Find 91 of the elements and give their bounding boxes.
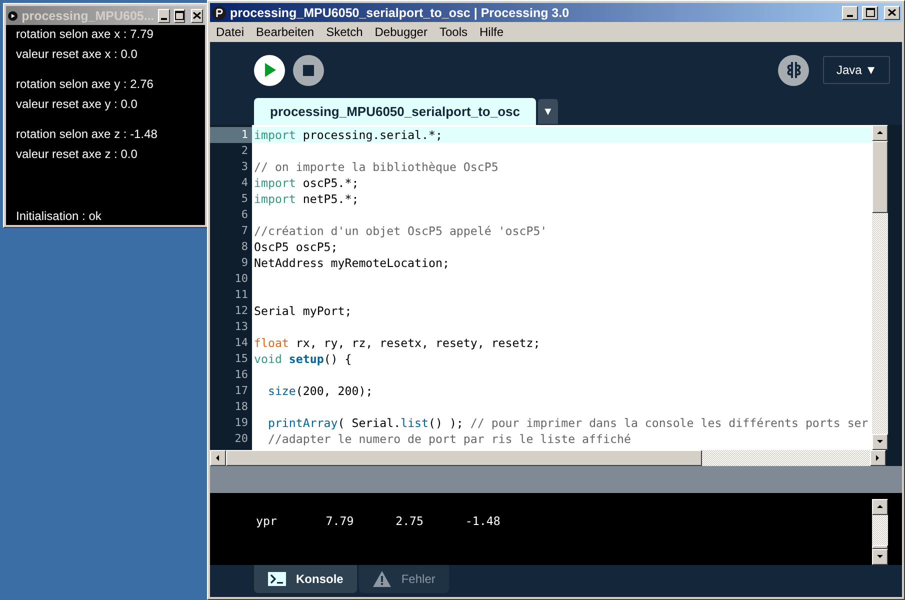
mode-dropdown[interactable]: Java ▼ [823,56,890,84]
maximize-icon [175,11,184,20]
menu-item[interactable]: Hilfe [473,25,510,39]
line-number: 11 [234,287,249,303]
maximize-icon [866,8,874,17]
debugger-button[interactable] [778,54,810,86]
close-button[interactable] [884,6,900,20]
menu-item[interactable]: Tools [433,25,474,39]
butterfly-icon [786,61,802,79]
code-line: //adapter le numero de port par ris le liste affiché [266,431,632,447]
window-title: processing_MPU605... [22,8,154,22]
console-tab[interactable]: Konsole [254,565,358,593]
vertical-scrollbar[interactable] [872,125,888,450]
line-number: 15 [234,351,249,367]
readout-text: valeur reset axe y : 0.0 [16,97,138,111]
scroll-down-button[interactable] [872,434,888,450]
readout-text: valeur reset axe z : 0.0 [16,147,138,161]
arrow-up-icon [876,503,884,511]
readout-text: valeur reset axe x : 0.0 [16,47,138,61]
readout-text: rotation selon axe y : 2.76 [16,77,154,91]
maximize-button[interactable] [862,6,878,20]
menu-item[interactable]: Debugger [368,25,434,39]
readout-text: rotation selon axe z : -1.48 [16,127,158,141]
code-line: Serial myPort; [253,303,353,319]
stop-icon [303,64,314,76]
play-icon [8,8,18,22]
line-number: 2 [240,143,249,159]
line-number: 10 [234,271,249,287]
terminal-icon [268,572,286,586]
line-number: 16 [234,367,249,383]
code-line: //création d'un objet OscP5 appelé 'oscP5' [253,223,548,239]
code-line: OscP5 oscP5; [253,239,339,255]
console-tab[interactable]: Fehler [359,565,450,593]
line-number: 18 [234,399,249,415]
scroll-right-button[interactable] [870,450,886,466]
line-number: 14 [234,335,249,351]
scroll-left-button[interactable] [210,450,226,466]
minimize-icon [161,18,168,20]
readout-text: rotation selon axe x : 7.79 [16,27,154,41]
vertical-scrollbar[interactable] [872,499,888,565]
code-line: size(200, 200); [266,383,374,399]
scroll-up-button[interactable] [872,499,888,515]
line-number: 1 [210,127,252,143]
arrow-down-icon [876,438,884,446]
line-number: 12 [234,303,249,319]
arrow-left-icon [214,454,222,462]
line-number: 5 [240,191,249,207]
run-button[interactable] [254,54,285,86]
scrollbar-thumb[interactable] [872,141,888,213]
line-number: 4 [240,175,249,191]
line-number: 8 [240,239,249,255]
editor-tab[interactable]: processing_MPU6050_serialport_to_osc [254,98,536,125]
menu-item[interactable]: Datei [210,25,250,39]
app-logo-icon [212,6,226,20]
line-number: 9 [240,255,249,271]
scroll-down-button[interactable] [872,549,888,565]
arrow-down-icon [876,553,884,561]
scroll-up-button[interactable] [872,125,888,141]
code-line: void setup() { [253,351,353,367]
code-editor[interactable] [252,125,872,450]
code-line: // on importe la bibliothèque OscP5 [253,159,500,175]
scrollbar-thumb[interactable] [872,545,888,549]
scrollbar-thumb[interactable] [226,450,702,466]
window-title: processing_MPU6050_serialport_to_osc | Processing 3.0 [230,6,570,20]
line-number: 7 [240,223,249,239]
line-number: 17 [234,383,249,399]
menu-item[interactable]: Sketch [320,25,369,39]
play-icon [264,63,276,77]
status-text: Initialisation : ok [16,209,102,223]
code-line: float rx, ry, rz, resetx, resety, resetz; [253,335,542,351]
line-number: 20 [234,431,249,447]
code-line: import netP5.*; [253,191,360,207]
tab-menu-button[interactable]: ▼ [538,99,558,124]
line-number: 13 [234,319,249,335]
code-line: import oscP5.*; [253,175,360,191]
line-number: 19 [234,415,249,431]
line-number: 3 [240,159,249,175]
arrow-up-icon [876,129,884,137]
minimize-icon [847,14,853,16]
stop-button[interactable] [293,54,324,86]
code-line: printArray( Serial.list() ); // pour imprimer dans la console les différents ports ser [266,415,870,431]
close-icon [193,12,202,19]
console-output: ypr 7.79 2.75 -1.48 [256,513,502,529]
warning-icon [373,571,392,587]
arrow-right-icon [874,454,882,462]
minimize-button[interactable] [842,6,858,20]
horizontal-scrollbar[interactable] [210,450,886,466]
menu-item[interactable]: Bearbeiten [250,25,320,39]
code-line: NetAddress myRemoteLocation; [253,255,450,271]
close-icon [888,9,896,16]
line-number: 6 [240,207,249,223]
